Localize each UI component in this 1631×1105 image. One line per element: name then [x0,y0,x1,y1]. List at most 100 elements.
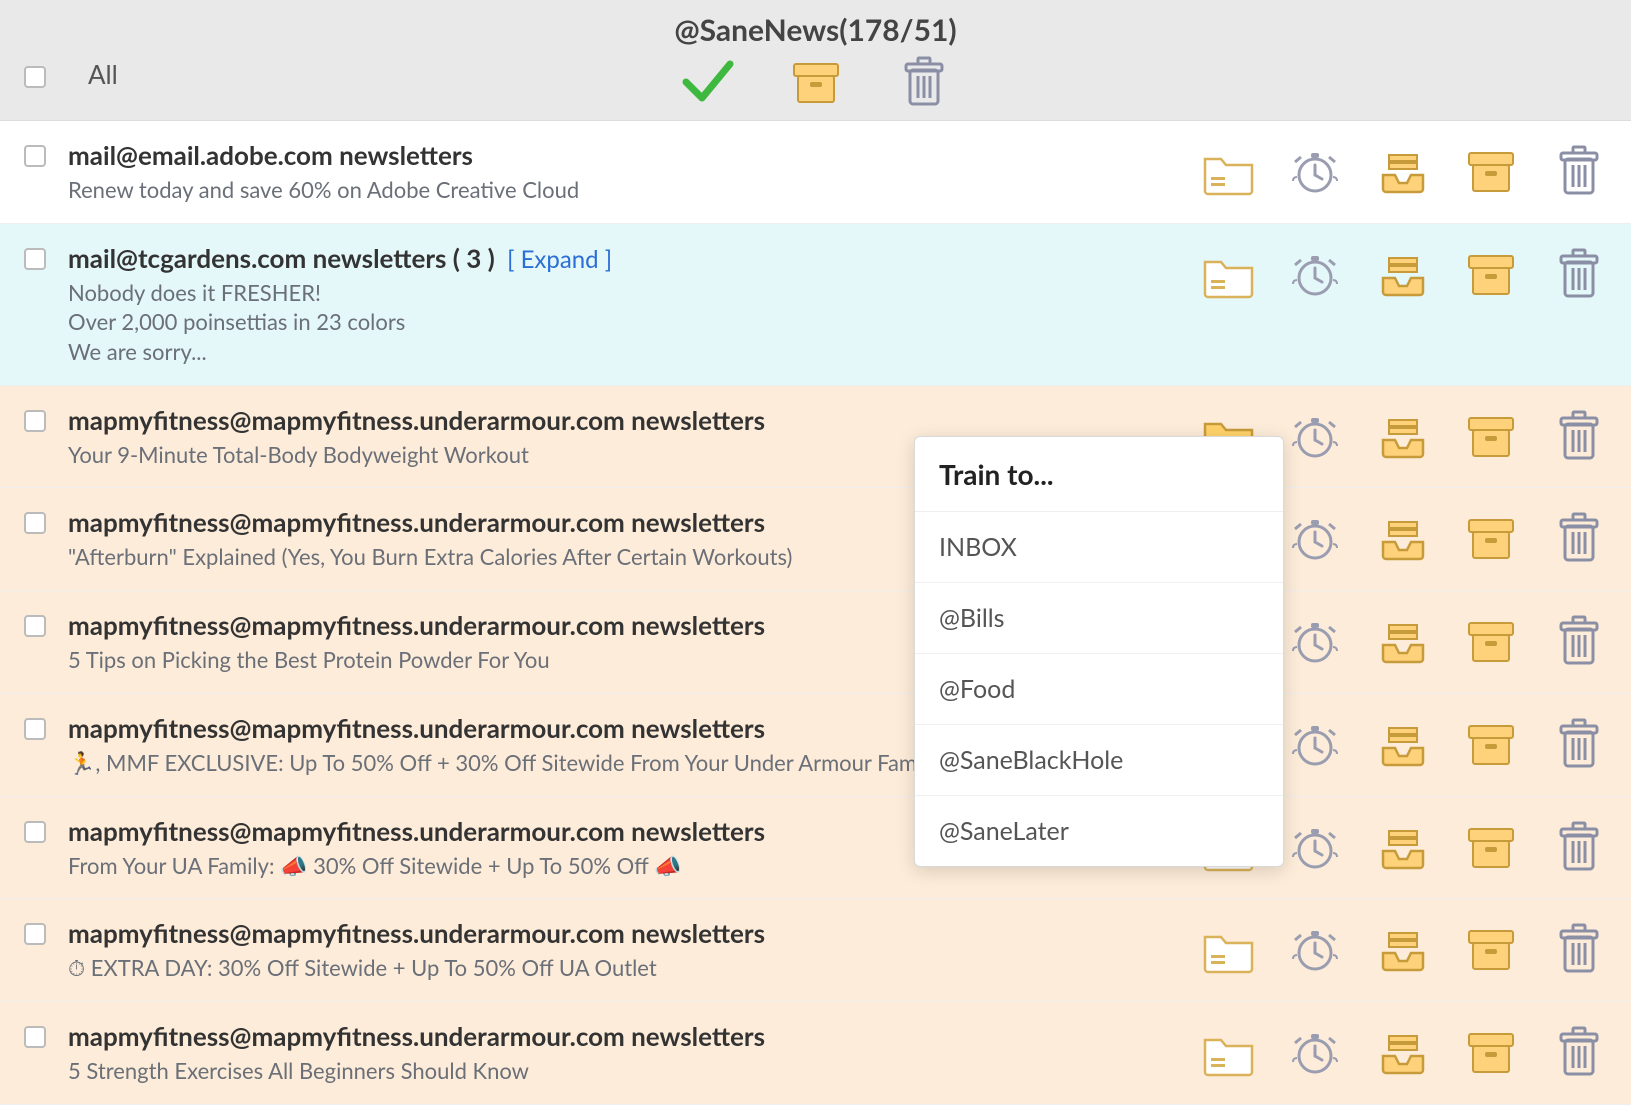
snooze-icon[interactable] [1287,716,1343,772]
archive-icon[interactable] [1463,613,1519,669]
email-row: mapmyfitness@mapmyfitness.underarmour.co… [0,488,1631,591]
snooze-icon[interactable] [1287,613,1343,669]
dropdown-title: Train to... [915,437,1283,512]
dropdown-item[interactable]: @SaneLater [915,796,1283,866]
row-sender: mapmyfitness@mapmyfitness.underarmour.co… [68,609,765,641]
dropdown-item[interactable]: @Food [915,654,1283,725]
row-checkbox[interactable] [24,1026,46,1048]
row-body: mail@email.adobe.com newsletters Renew to… [68,139,1199,205]
row-actions [1199,1024,1607,1080]
trash-icon[interactable] [1551,246,1607,302]
trash-icon[interactable] [1551,716,1607,772]
row-subjects: 5 Strength Exercises All Beginners Shoul… [68,1056,1199,1086]
trash-icon[interactable] [896,54,952,110]
snooze-icon[interactable] [1287,408,1343,464]
archive-icon[interactable] [1463,246,1519,302]
row-subjects: Nobody does it FRESHER!Over 2,000 poinse… [68,278,1199,367]
row-subject: We are sorry... [68,337,1199,367]
email-row: mapmyfitness@mapmyfitness.underarmour.co… [0,797,1631,900]
row-subject: Renew today and save 60% on Adobe Creati… [68,175,1199,205]
row-sender: mail@email.adobe.com newsletters [68,139,473,171]
row-checkbox[interactable] [24,145,46,167]
row-checkbox[interactable] [24,718,46,740]
row-checkbox[interactable] [24,615,46,637]
row-checkbox[interactable] [24,821,46,843]
row-sender: mapmyfitness@mapmyfitness.underarmour.co… [68,1020,765,1052]
email-row: mapmyfitness@mapmyfitness.underarmour.co… [0,694,1631,797]
train-to-dropdown: Train to... INBOX@Bills@Food@SaneBlackHo… [914,436,1284,867]
archive-icon[interactable] [1463,716,1519,772]
row-checkbox[interactable] [24,248,46,270]
select-all-checkbox[interactable] [24,66,46,88]
row-actions [1199,246,1607,302]
dropdown-item[interactable]: INBOX [915,512,1283,583]
trash-icon[interactable] [1551,510,1607,566]
snooze-icon[interactable] [1287,1024,1343,1080]
snooze-icon[interactable] [1287,921,1343,977]
email-row: mapmyfitness@mapmyfitness.underarmour.co… [0,386,1631,489]
select-all-label: All [88,58,118,90]
header: @SaneNews(178/51) All [0,0,1631,121]
email-row: mail@tcgardens.com newsletters ( 3 ) [ E… [0,224,1631,386]
tray-icon[interactable] [1375,819,1431,875]
trash-icon[interactable] [1551,613,1607,669]
row-checkbox[interactable] [24,923,46,945]
dropdown-item[interactable]: @Bills [915,583,1283,654]
tray-icon[interactable] [1375,613,1431,669]
email-list: mail@email.adobe.com newsletters Renew to… [0,121,1631,1105]
row-body: mail@tcgardens.com newsletters ( 3 ) [ E… [68,242,1199,367]
row-subject: 5 Strength Exercises All Beginners Shoul… [68,1056,1199,1086]
email-row: mapmyfitness@mapmyfitness.underarmour.co… [0,591,1631,694]
row-body: mapmyfitness@mapmyfitness.underarmour.co… [68,917,1199,983]
page-title: @SaneNews(178/51) [0,12,1631,48]
archive-icon[interactable] [1463,819,1519,875]
trash-icon[interactable] [1551,143,1607,199]
dropdown-item[interactable]: @SaneBlackHole [915,725,1283,796]
bulk-actions [0,54,1631,110]
row-checkbox[interactable] [24,512,46,534]
row-sender: mapmyfitness@mapmyfitness.underarmour.co… [68,712,765,744]
trash-icon[interactable] [1551,1024,1607,1080]
tray-icon[interactable] [1375,143,1431,199]
row-subject: ⏱ EXTRA DAY: 30% Off Sitewide + Up To 50… [68,953,1199,983]
expand-link[interactable]: [ Expand ] [507,245,612,274]
tray-icon[interactable] [1375,921,1431,977]
trash-icon[interactable] [1551,408,1607,464]
email-row: mapmyfitness@mapmyfitness.underarmour.co… [0,1002,1631,1105]
archive-icon[interactable] [1463,921,1519,977]
row-sender: mapmyfitness@mapmyfitness.underarmour.co… [68,404,765,436]
tray-icon[interactable] [1375,408,1431,464]
folder-icon[interactable] [1199,921,1255,977]
row-body: mapmyfitness@mapmyfitness.underarmour.co… [68,1020,1199,1086]
mark-read-icon[interactable] [680,54,736,110]
email-row: mail@email.adobe.com newsletters Renew to… [0,121,1631,224]
row-actions [1199,921,1607,977]
tray-icon[interactable] [1375,1024,1431,1080]
row-sender: mapmyfitness@mapmyfitness.underarmour.co… [68,815,765,847]
folder-icon[interactable] [1199,1024,1255,1080]
archive-icon[interactable] [1463,408,1519,464]
row-sender: mapmyfitness@mapmyfitness.underarmour.co… [68,506,765,538]
trash-icon[interactable] [1551,819,1607,875]
snooze-icon[interactable] [1287,143,1343,199]
folder-icon[interactable] [1199,143,1255,199]
row-actions [1199,143,1607,199]
row-sender: mail@tcgardens.com newsletters ( 3 ) [68,242,495,274]
row-subject: Over 2,000 poinsettias in 23 colors [68,307,1199,337]
row-checkbox[interactable] [24,410,46,432]
archive-icon[interactable] [1463,510,1519,566]
trash-icon[interactable] [1551,921,1607,977]
tray-icon[interactable] [1375,246,1431,302]
archive-icon[interactable] [1463,1024,1519,1080]
snooze-icon[interactable] [1287,246,1343,302]
row-subject: Nobody does it FRESHER! [68,278,1199,308]
tray-icon[interactable] [1375,510,1431,566]
row-subjects: Renew today and save 60% on Adobe Creati… [68,175,1199,205]
snooze-icon[interactable] [1287,510,1343,566]
archive-icon[interactable] [788,54,844,110]
folder-icon[interactable] [1199,246,1255,302]
snooze-icon[interactable] [1287,819,1343,875]
archive-icon[interactable] [1463,143,1519,199]
tray-icon[interactable] [1375,716,1431,772]
row-subjects: ⏱ EXTRA DAY: 30% Off Sitewide + Up To 50… [68,953,1199,983]
